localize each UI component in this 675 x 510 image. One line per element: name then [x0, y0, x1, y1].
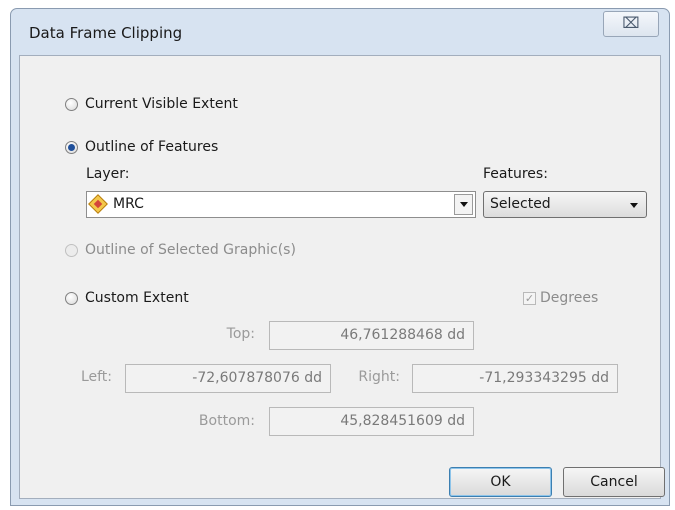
layer-combobox[interactable]: MRC: [86, 191, 476, 218]
radio-circle-icon: [65, 291, 78, 305]
bottom-extent-field[interactable]: 45,828451609 dd: [269, 407, 474, 436]
layer-label: Layer:: [86, 166, 130, 182]
radio-outline-of-selected-graphics[interactable]: Outline of Selected Graphic(s): [65, 242, 296, 258]
checkmark-icon: ✓: [523, 291, 536, 305]
top-extent-field[interactable]: 46,761288468 dd: [269, 321, 474, 350]
features-label: Features:: [483, 166, 548, 182]
data-frame-clipping-dialog: Data Frame Clipping ⌧ Current Visible Ex…: [10, 8, 670, 506]
current-visible-extent-label: Current Visible Extent: [85, 96, 238, 112]
title-bar: Data Frame Clipping ⌧: [11, 9, 669, 55]
bottom-label: Bottom:: [198, 413, 255, 429]
chevron-down-icon: [630, 203, 638, 208]
left-label: Left:: [80, 369, 112, 385]
radio-current-visible-extent[interactable]: Current Visible Extent: [65, 96, 238, 112]
dialog-body: Current Visible Extent Outline of Featur…: [19, 55, 665, 499]
left-extent-field[interactable]: -72,607878076 dd: [125, 364, 331, 393]
custom-extent-label: Custom Extent: [85, 290, 189, 306]
layer-dropdown-button[interactable]: [454, 194, 473, 215]
layer-value: MRC: [113, 196, 144, 212]
outline-of-selected-graphics-label: Outline of Selected Graphic(s): [85, 242, 296, 258]
close-button[interactable]: ⌧: [603, 11, 659, 37]
ok-button[interactable]: OK: [449, 467, 552, 497]
close-icon: ⌧: [622, 14, 640, 32]
top-label: Top:: [226, 326, 255, 342]
right-extent-field[interactable]: -71,293343295 dd: [412, 364, 618, 393]
features-value: Selected: [490, 196, 551, 212]
degrees-label: Degrees: [540, 290, 599, 306]
radio-circle-icon: [65, 97, 78, 111]
radio-outline-of-features[interactable]: Outline of Features: [65, 139, 218, 155]
outline-of-features-label: Outline of Features: [85, 139, 219, 155]
degrees-checkbox[interactable]: ✓ Degrees: [523, 290, 598, 306]
right-label: Right:: [358, 369, 400, 385]
radio-circle-icon: [65, 243, 78, 257]
cancel-button[interactable]: Cancel: [563, 467, 665, 497]
chevron-down-icon: [459, 202, 468, 207]
radio-selected-icon: [65, 140, 78, 154]
features-combobox[interactable]: Selected: [483, 191, 647, 218]
dialog-title: Data Frame Clipping: [29, 24, 183, 42]
radio-custom-extent[interactable]: Custom Extent: [65, 290, 189, 306]
